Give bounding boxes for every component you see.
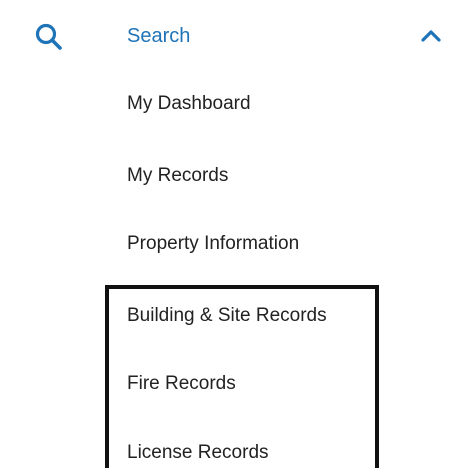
menu-item-fire-records[interactable]: Fire Records [127, 372, 236, 396]
chevron-up-icon[interactable] [420, 27, 442, 43]
menu-item-property-information[interactable]: Property Information [127, 232, 299, 256]
side-navigation: Search My Dashboard My Records Property … [0, 0, 468, 468]
menu-item-license-records[interactable]: License Records [127, 441, 269, 465]
search-label[interactable]: Search [127, 24, 190, 48]
menu-item-building-site-records[interactable]: Building & Site Records [127, 304, 327, 328]
menu-item-my-records[interactable]: My Records [127, 164, 228, 188]
search-icon[interactable] [34, 22, 64, 52]
menu-item-my-dashboard[interactable]: My Dashboard [127, 92, 251, 116]
search-section-header[interactable]: Search [0, 14, 468, 58]
